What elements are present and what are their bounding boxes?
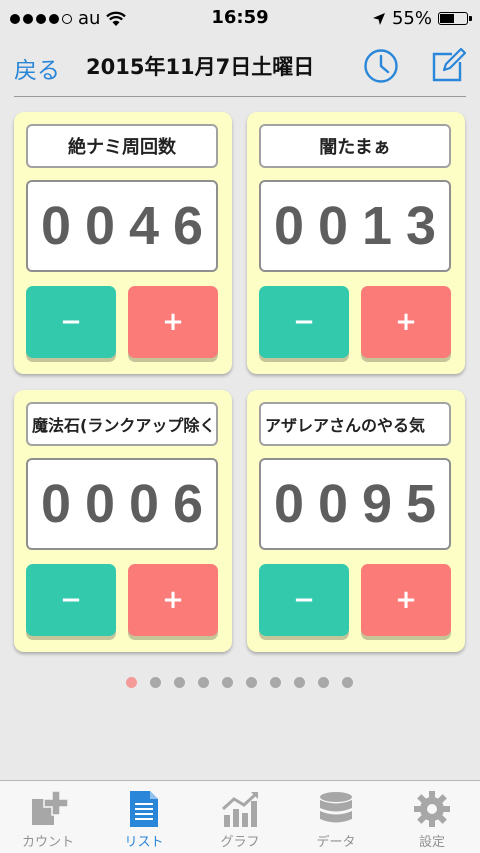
gear-icon bbox=[414, 791, 450, 827]
tab-label: カウント bbox=[21, 835, 74, 850]
counter-label[interactable]: 絶ナミ周回数 bbox=[26, 124, 218, 168]
page-dot[interactable] bbox=[270, 677, 281, 688]
battery-percent: 55% bbox=[391, 8, 432, 29]
app-screen: au 16:59 55% 戻る 2015年11月7日土曜日 絶ナミ周回数 004… bbox=[0, 0, 480, 853]
increment-button[interactable]: + bbox=[128, 286, 218, 358]
increment-button[interactable]: + bbox=[361, 286, 451, 358]
counter-label[interactable]: 魔法石(ランクアップ除く bbox=[26, 402, 218, 446]
add-counter-icon bbox=[32, 790, 68, 825]
compose-icon[interactable] bbox=[430, 48, 466, 84]
clock-icon[interactable] bbox=[363, 48, 399, 84]
decrement-button[interactable]: − bbox=[26, 564, 116, 636]
counter-value: 0046 bbox=[26, 180, 218, 272]
tab-count[interactable]: カウント bbox=[0, 781, 96, 853]
page-dot[interactable] bbox=[126, 677, 137, 688]
increment-button[interactable]: + bbox=[361, 564, 451, 636]
page-dot[interactable] bbox=[294, 677, 305, 688]
battery-icon bbox=[438, 12, 472, 25]
counter-label[interactable]: アザレアさんのやる気 bbox=[259, 402, 451, 446]
battery-level bbox=[440, 14, 454, 23]
tab-label: リスト bbox=[124, 835, 164, 850]
page-dot[interactable] bbox=[318, 677, 329, 688]
counter-value: 0006 bbox=[26, 458, 218, 550]
nav-divider bbox=[14, 96, 466, 97]
decrement-button[interactable]: − bbox=[259, 564, 349, 636]
status-right: 55% bbox=[372, 8, 472, 29]
tab-settings[interactable]: 設定 bbox=[384, 781, 480, 853]
tab-list[interactable]: リスト bbox=[96, 781, 192, 853]
page-dot[interactable] bbox=[342, 677, 353, 688]
tab-label: グラフ bbox=[220, 835, 260, 850]
increment-button[interactable]: + bbox=[128, 564, 218, 636]
page-title: 2015年11月7日土曜日 bbox=[86, 55, 315, 79]
decrement-button[interactable]: − bbox=[26, 286, 116, 358]
counter-value: 0013 bbox=[259, 180, 451, 272]
counter-card: 闇たまぁ 0013 − + bbox=[247, 112, 465, 374]
page-dot[interactable] bbox=[198, 677, 209, 688]
page-dot[interactable] bbox=[222, 677, 233, 688]
page-dot[interactable] bbox=[246, 677, 257, 688]
tab-label: データ bbox=[316, 835, 356, 850]
tab-data[interactable]: データ bbox=[288, 781, 384, 853]
counter-card: 絶ナミ周回数 0046 − + bbox=[14, 112, 232, 374]
status-bar: au 16:59 55% bbox=[0, 0, 480, 36]
page-dot[interactable] bbox=[174, 677, 185, 688]
counter-label[interactable]: 闇たまぁ bbox=[259, 124, 451, 168]
list-document-icon bbox=[130, 791, 158, 827]
tab-label: 設定 bbox=[418, 835, 445, 850]
counter-value: 0095 bbox=[259, 458, 451, 550]
location-arrow-icon bbox=[372, 12, 385, 25]
counter-card: 魔法石(ランクアップ除く 0006 − + bbox=[14, 390, 232, 652]
decrement-button[interactable]: − bbox=[259, 286, 349, 358]
navigation-bar: 戻る 2015年11月7日土曜日 bbox=[0, 36, 480, 96]
tab-graph[interactable]: グラフ bbox=[192, 781, 288, 853]
database-icon bbox=[320, 792, 352, 823]
counter-card: アザレアさんのやる気 0095 − + bbox=[247, 390, 465, 652]
back-button[interactable]: 戻る bbox=[14, 51, 60, 85]
tab-bar: カウント リスト グラフ データ 設定 bbox=[0, 780, 480, 853]
page-dot[interactable] bbox=[150, 677, 161, 688]
page-indicator[interactable] bbox=[126, 677, 353, 688]
graph-icon bbox=[221, 791, 259, 827]
